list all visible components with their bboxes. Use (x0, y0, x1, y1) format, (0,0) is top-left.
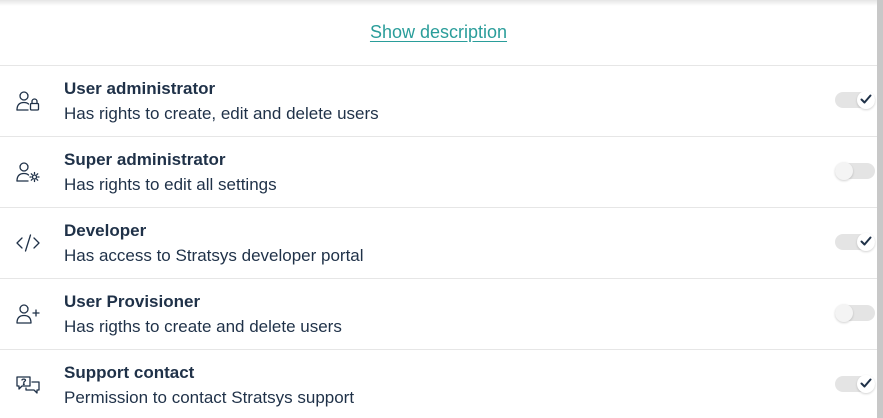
role-toggle-user-provisioner[interactable] (835, 304, 875, 322)
role-title: User administrator (64, 79, 216, 98)
role-toggle-super-administrator[interactable] (835, 162, 875, 180)
panel-header: Show description (0, 0, 877, 66)
role-title: User Provisioner (64, 292, 201, 311)
role-description: Has rights to edit all settings (64, 175, 277, 194)
toggle-knob (835, 304, 853, 322)
role-row-user-administrator: User administrator Has rights to create,… (0, 66, 877, 137)
show-description-link[interactable]: Show description (370, 22, 507, 43)
check-icon (860, 94, 872, 104)
role-title: Support contact (64, 363, 195, 382)
vertical-scrollbar[interactable] (877, 0, 883, 418)
roles-panel: Show description User administrator Has … (0, 0, 883, 418)
role-list: User administrator Has rights to create,… (0, 66, 877, 418)
toggle-knob (857, 233, 875, 251)
check-icon (860, 236, 872, 246)
role-row-support-contact: Support contact Permission to contact St… (0, 350, 877, 418)
role-title: Super administrator (64, 150, 226, 169)
toggle-knob (857, 375, 875, 393)
role-toggle-developer[interactable] (835, 233, 875, 251)
user-lock-icon (15, 90, 41, 112)
user-add-icon (15, 303, 41, 325)
role-toggle-support-contact[interactable] (835, 375, 875, 393)
role-description: Has rigths to create and delete users (64, 317, 342, 336)
role-description: Has rights to create, edit and delete us… (64, 104, 379, 123)
role-title: Developer (64, 221, 147, 240)
code-icon (15, 232, 41, 254)
role-row-user-provisioner: User Provisioner Has rigths to create an… (0, 279, 877, 350)
role-toggle-user-administrator[interactable] (835, 91, 875, 109)
toggle-knob (835, 162, 853, 180)
support-chat-icon (15, 374, 41, 396)
role-description: Permission to contact Stratsys support (64, 388, 355, 407)
role-row-developer: Developer Has access to Stratsys develop… (0, 208, 877, 279)
role-description: Has access to Stratsys developer portal (64, 246, 364, 265)
toggle-knob (857, 91, 875, 109)
check-icon (860, 378, 872, 388)
user-gear-icon (15, 161, 41, 183)
role-row-super-administrator: Super administrator Has rights to edit a… (0, 137, 877, 208)
